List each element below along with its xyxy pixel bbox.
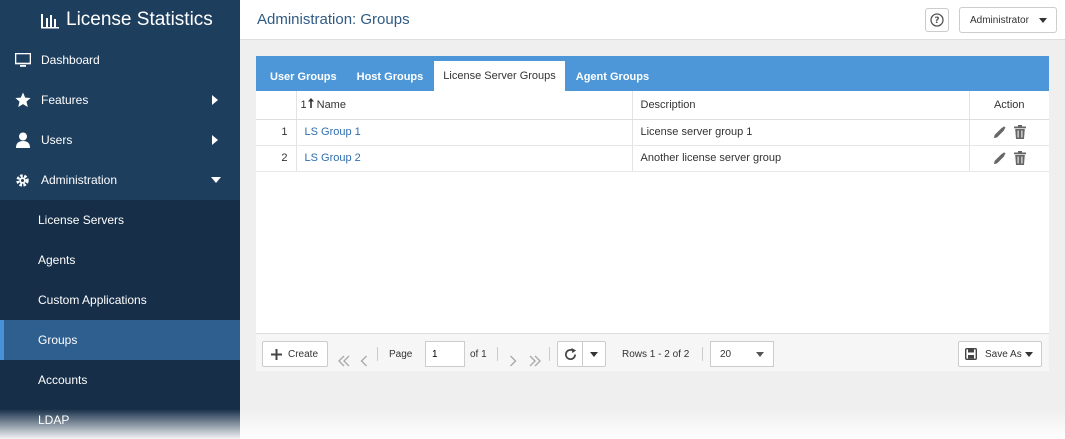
- bar-chart-icon: [41, 14, 59, 29]
- row-number: 2: [256, 145, 296, 172]
- chevron-down-icon: [1025, 352, 1033, 357]
- sidebar-item-label: Administration: [41, 173, 118, 187]
- chevron-right-icon: [212, 95, 218, 105]
- toolbar-separator: [497, 347, 498, 361]
- sidebar: License Statistics Dashboard Features Us…: [0, 0, 240, 439]
- row-number: 1: [256, 119, 296, 146]
- save-floppy-icon: [965, 348, 977, 360]
- tab-bar: User Groups Host Groups License Server G…: [256, 56, 1049, 91]
- rows-info: Rows 1 - 2 of 2: [622, 348, 690, 360]
- toolbar-separator: [702, 347, 703, 361]
- tab-user-groups[interactable]: User Groups: [261, 62, 346, 91]
- chevron-down-icon: [1039, 18, 1047, 23]
- next-page-icon[interactable]: [509, 348, 517, 374]
- sort-arrow-up-icon: [307, 98, 314, 109]
- column-header-action: Action: [968, 91, 1049, 120]
- star-icon: [14, 92, 31, 109]
- tab-agent-groups[interactable]: Agent Groups: [567, 62, 658, 91]
- create-button[interactable]: Create: [262, 341, 328, 367]
- delete-trash-icon[interactable]: [1013, 125, 1026, 139]
- monitor-icon: [14, 52, 31, 69]
- first-page-icon[interactable]: [338, 348, 350, 374]
- group-name-cell: LS Group 1: [295, 119, 632, 146]
- save-as-button[interactable]: Save As: [958, 341, 1042, 367]
- tab-host-groups[interactable]: Host Groups: [348, 62, 433, 91]
- sidebar-item-accounts[interactable]: Accounts: [0, 360, 240, 400]
- refresh-button[interactable]: [557, 341, 583, 367]
- toolbar-separator: [549, 347, 550, 361]
- gear-icon: [14, 172, 31, 189]
- chevron-right-icon: [212, 135, 218, 145]
- groups-table: 1 Name Description Action 1 LS Group 1 Li…: [256, 91, 1049, 172]
- page-size-value: 20: [720, 348, 732, 360]
- group-description-cell: Another license server group: [631, 145, 969, 172]
- create-button-label: Create: [288, 348, 319, 360]
- page-number-input[interactable]: [425, 341, 465, 367]
- app-title: License Statistics: [66, 9, 213, 30]
- group-name-link[interactable]: LS Group 1: [305, 126, 361, 138]
- help-icon: ?: [930, 13, 944, 27]
- page-count-label: of 1: [470, 348, 487, 360]
- last-page-icon[interactable]: [529, 348, 541, 374]
- page-size-select[interactable]: 20: [710, 341, 774, 367]
- help-button[interactable]: ?: [925, 8, 949, 32]
- action-cell: [968, 119, 1049, 146]
- sidebar-item-users[interactable]: Users: [0, 120, 240, 160]
- delete-trash-icon[interactable]: [1013, 151, 1026, 165]
- group-description-cell: License server group 1: [631, 119, 969, 146]
- table-row: 1 LS Group 1 License server group 1: [256, 119, 1049, 146]
- sidebar-item-features[interactable]: Features: [0, 80, 240, 120]
- column-header-description[interactable]: Description: [631, 91, 969, 120]
- sidebar-item-agents[interactable]: Agents: [0, 240, 240, 280]
- toolbar-separator: [377, 347, 378, 361]
- user-menu-label: Administrator: [970, 14, 1029, 26]
- refresh-icon: [564, 347, 576, 360]
- groups-panel: User Groups Host Groups License Server G…: [256, 56, 1049, 371]
- sidebar-item-license-servers[interactable]: License Servers: [0, 200, 240, 240]
- sidebar-item-ldap[interactable]: LDAP: [0, 400, 240, 439]
- brand[interactable]: License Statistics: [0, 0, 240, 40]
- column-header-name[interactable]: 1 Name: [295, 91, 632, 120]
- plus-icon: [271, 348, 282, 360]
- sort-order: 1: [300, 99, 307, 112]
- edit-pencil-icon[interactable]: [993, 125, 1006, 139]
- refresh-options-dropdown[interactable]: [583, 341, 606, 367]
- sidebar-item-label: Users: [41, 133, 73, 147]
- tab-license-server-groups[interactable]: License Server Groups: [434, 61, 565, 91]
- column-header-row-number: [256, 91, 296, 120]
- page-header: Administration: Groups ? Administrator: [240, 0, 1065, 40]
- sidebar-item-label: Features: [41, 93, 89, 107]
- group-name-cell: LS Group 2: [295, 145, 632, 172]
- sidebar-item-dashboard[interactable]: Dashboard: [0, 40, 240, 80]
- edit-pencil-icon[interactable]: [993, 151, 1006, 165]
- administration-submenu: License Servers Agents Custom Applicatio…: [0, 200, 240, 439]
- page-title: Administration: Groups: [257, 11, 410, 28]
- sidebar-item-label: Dashboard: [41, 53, 100, 67]
- chevron-down-icon: [756, 352, 764, 357]
- table-header-row: 1 Name Description Action: [256, 91, 1049, 120]
- sidebar-item-groups[interactable]: Groups: [0, 320, 240, 360]
- group-name-link[interactable]: LS Group 2: [305, 152, 361, 164]
- user-icon: [14, 132, 31, 149]
- svg-text:?: ?: [934, 16, 939, 26]
- sidebar-item-administration[interactable]: Administration: [0, 160, 240, 200]
- previous-page-icon[interactable]: [360, 348, 368, 374]
- save-as-label: Save As: [985, 348, 1022, 360]
- chevron-down-icon: [590, 351, 598, 357]
- table-row: 2 LS Group 2 Another license server grou…: [256, 145, 1049, 172]
- chevron-down-icon: [211, 177, 221, 183]
- action-cell: [968, 145, 1049, 172]
- table-toolbar: Create Page of 1 Rows 1 - 2 of 2 20 Save…: [256, 333, 1049, 371]
- user-menu-button[interactable]: Administrator: [959, 7, 1057, 33]
- page-label: Page: [389, 348, 413, 360]
- column-header-label: Name: [316, 99, 346, 112]
- sidebar-item-custom-applications[interactable]: Custom Applications: [0, 280, 240, 320]
